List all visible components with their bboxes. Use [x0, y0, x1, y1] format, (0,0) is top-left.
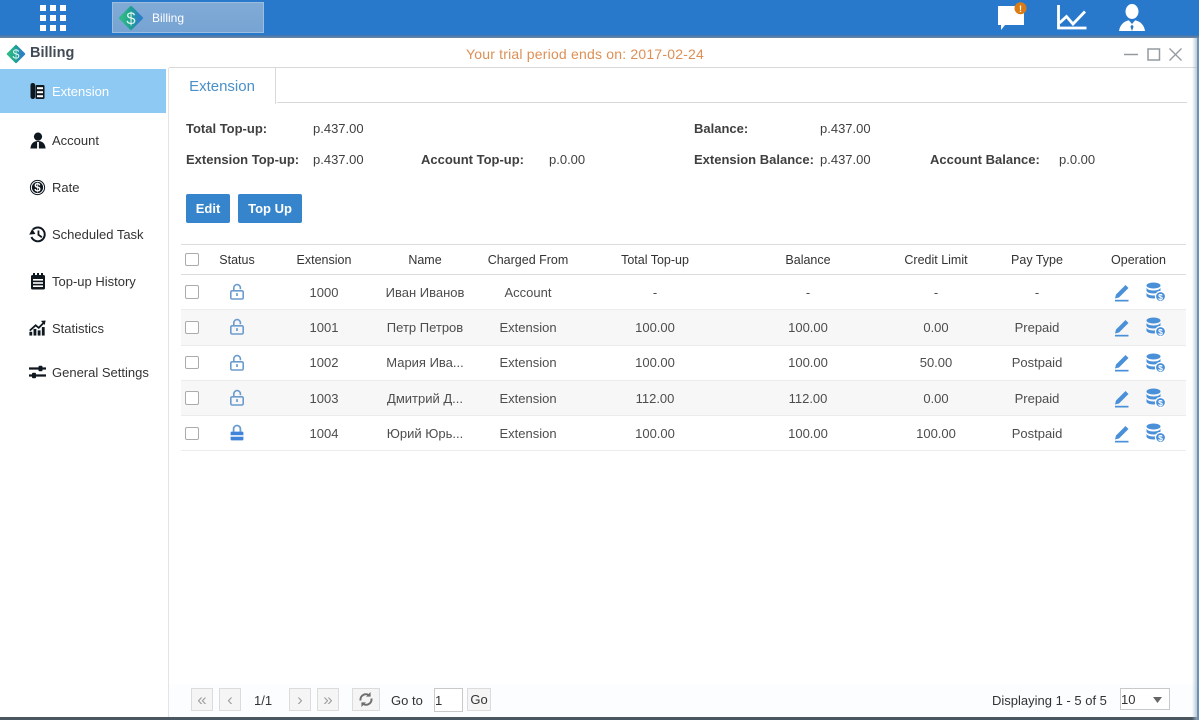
svg-text:$: $ — [1158, 398, 1163, 408]
svg-text:$: $ — [1158, 433, 1163, 443]
svg-text:!: ! — [1019, 4, 1022, 14]
svg-text:$: $ — [1158, 327, 1163, 337]
svg-text:$: $ — [126, 10, 135, 28]
svg-text:$: $ — [1158, 292, 1163, 302]
svg-text:$: $ — [34, 182, 41, 194]
svg-text:$: $ — [1158, 363, 1163, 373]
